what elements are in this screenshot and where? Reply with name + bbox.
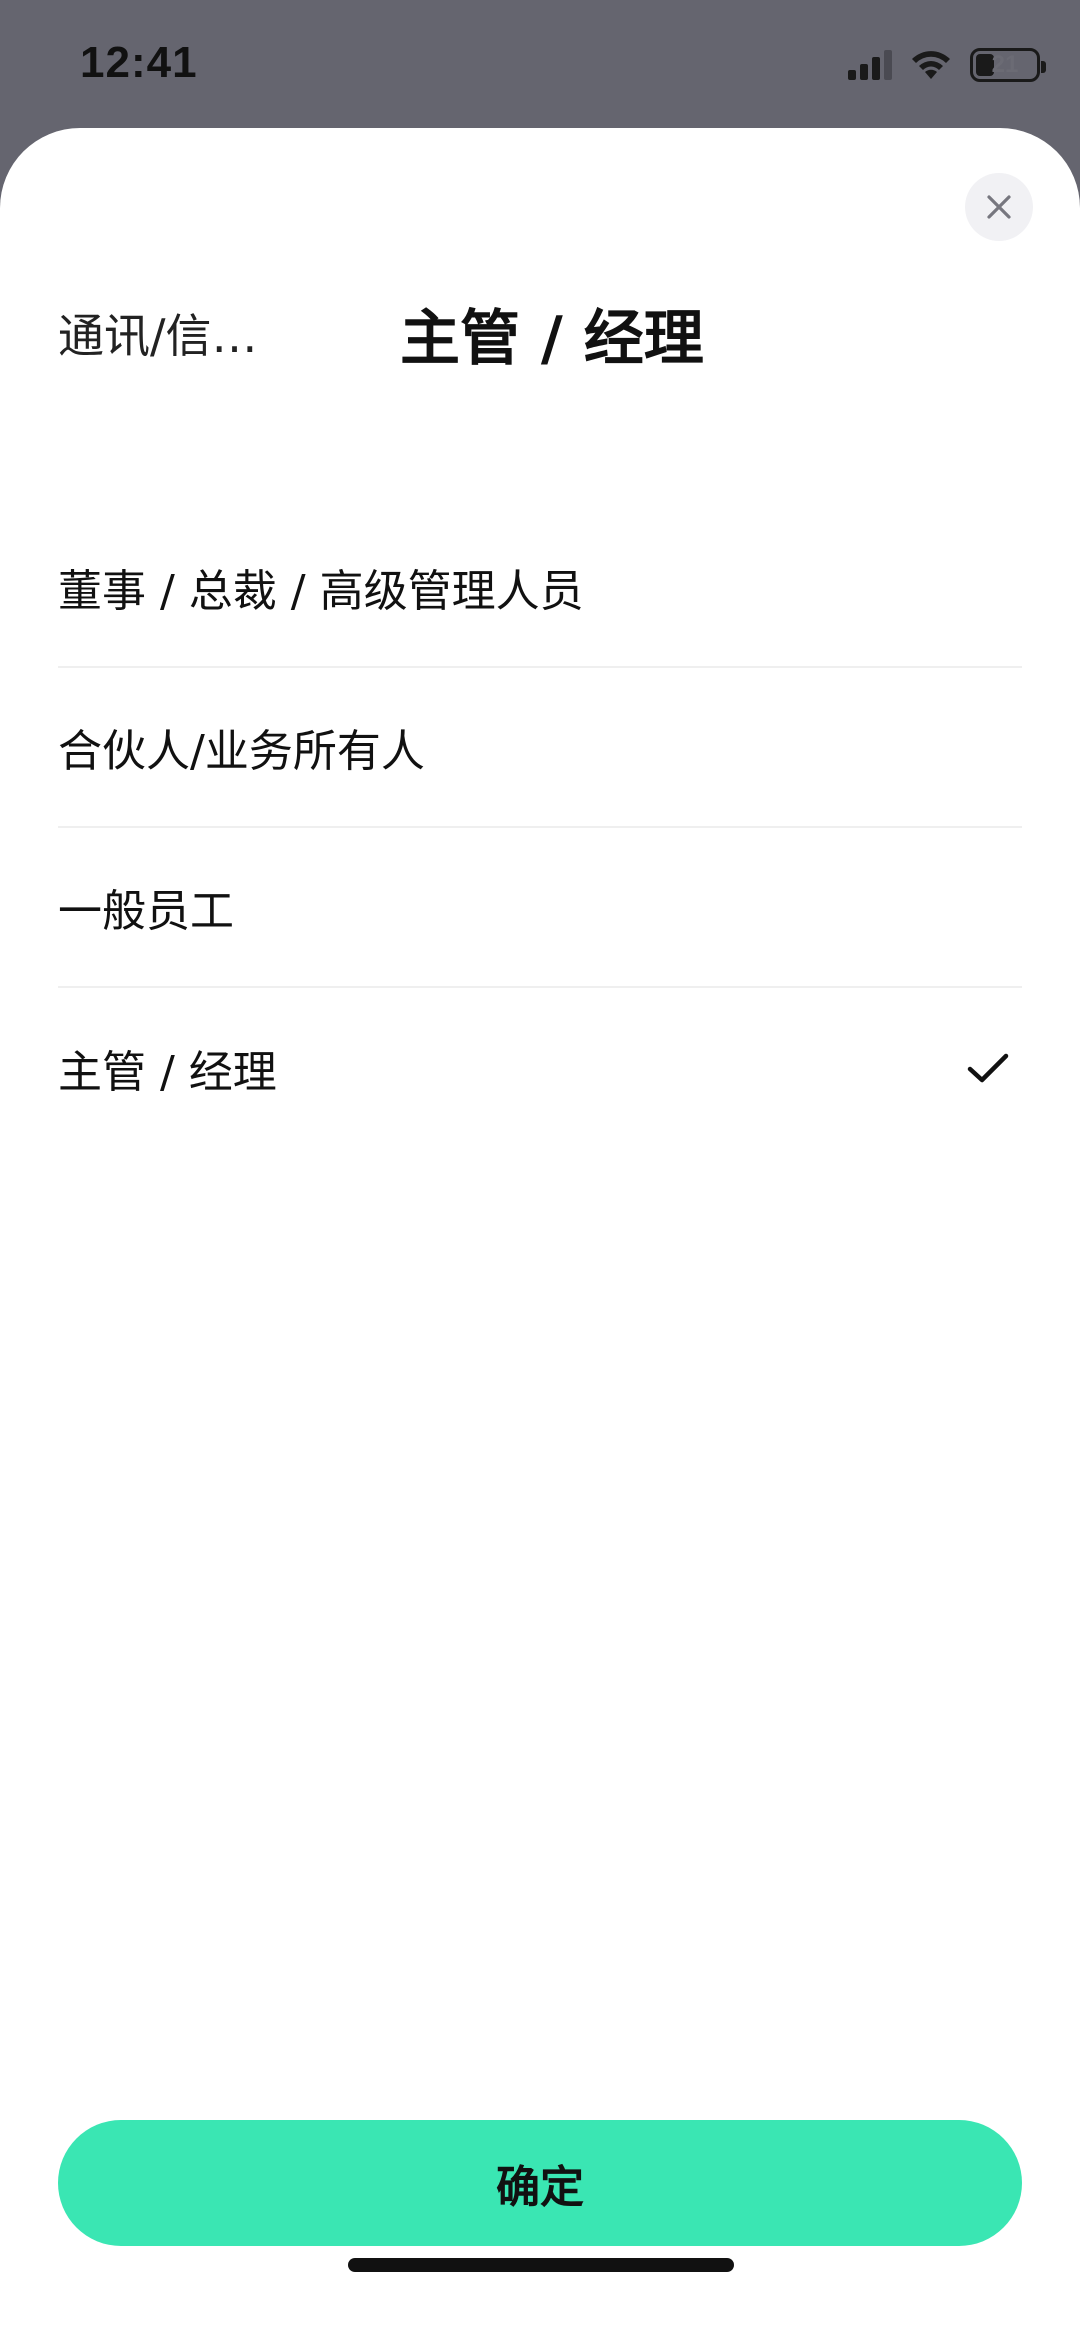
- battery-level: 21: [991, 51, 1019, 78]
- option-label: 合伙人/业务所有人: [58, 726, 425, 777]
- option-list: 董事 / 总裁 / 高级管理人员 合伙人/业务所有人 一般员工 主管 / 经理: [58, 508, 1022, 1148]
- option-label: 董事 / 总裁 / 高级管理人员: [58, 566, 584, 617]
- battery-icon: 21: [970, 48, 1046, 82]
- breadcrumb-parent[interactable]: 通讯/信…: [58, 300, 273, 366]
- battery-cap: [1041, 61, 1046, 73]
- option-label: 一般员工: [58, 886, 234, 937]
- option-item[interactable]: 董事 / 总裁 / 高级管理人员: [58, 508, 1022, 668]
- option-item-selected[interactable]: 主管 / 经理: [58, 988, 1022, 1148]
- status-icons: 21: [848, 42, 1046, 88]
- breadcrumb-current: 主管 / 经理: [400, 303, 704, 374]
- close-button[interactable]: [965, 173, 1033, 241]
- checkmark-icon: [967, 1053, 1009, 1083]
- home-indicator: [348, 2258, 734, 2272]
- option-item[interactable]: 一般员工: [58, 828, 1022, 988]
- signal-icon: [848, 50, 892, 80]
- breadcrumb: 通讯/信… 主管 / 经理: [58, 288, 704, 378]
- status-time: 12:41: [80, 38, 198, 87]
- option-item[interactable]: 合伙人/业务所有人: [58, 668, 1022, 828]
- bottom-sheet: 通讯/信… 主管 / 经理 董事 / 总裁 / 高级管理人员 合伙人/业务所有人…: [0, 128, 1080, 2339]
- wifi-icon: [912, 51, 950, 79]
- option-label: 主管 / 经理: [58, 1047, 277, 1098]
- confirm-button[interactable]: 确定: [58, 2120, 1022, 2246]
- status-bar: 12:41 21: [0, 0, 1080, 128]
- close-icon: [987, 195, 1011, 219]
